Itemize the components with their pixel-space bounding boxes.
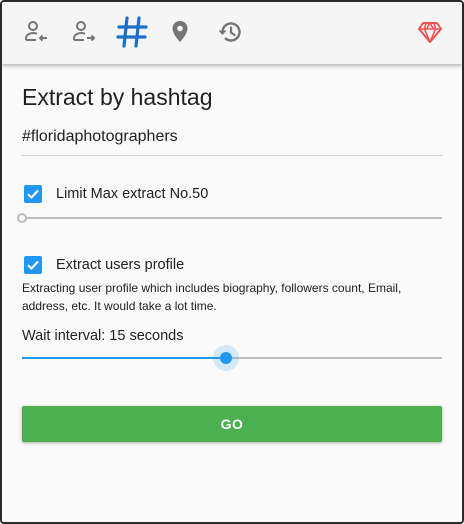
history-icon <box>218 22 241 42</box>
limit-slider[interactable] <box>17 208 442 228</box>
tab-hashtag[interactable] <box>112 14 152 50</box>
wait-interval-label: Wait interval: 15 seconds <box>22 328 184 344</box>
hashtag-input[interactable] <box>22 122 442 156</box>
hashtag-icon <box>116 16 148 48</box>
top-toolbar <box>2 2 462 64</box>
tab-location[interactable] <box>162 14 198 50</box>
person-arrow-left-icon <box>25 21 47 42</box>
tab-extract-following[interactable] <box>66 14 102 50</box>
app-window: Extract by hashtag Limit Max extract No.… <box>0 0 464 524</box>
limit-checkbox[interactable] <box>24 185 42 203</box>
premium-button[interactable] <box>412 14 448 50</box>
slider-fill <box>22 357 226 359</box>
limit-checkbox-row[interactable]: Limit Max extract No.50 <box>24 185 208 203</box>
hashtag-panel: Extract by hashtag Limit Max extract No.… <box>2 64 462 522</box>
check-icon <box>27 189 39 200</box>
tab-extract-followers[interactable] <box>18 14 54 50</box>
person-arrow-right-icon <box>73 21 96 42</box>
profile-label: Extract users profile <box>56 257 185 273</box>
location-pin-icon <box>172 21 188 42</box>
page-title: Extract by hashtag <box>22 84 213 110</box>
slider-thumb[interactable] <box>219 352 232 364</box>
diamond-icon <box>418 22 442 43</box>
slider-thumb[interactable] <box>17 213 27 223</box>
slider-rail <box>22 217 442 219</box>
profile-checkbox-row[interactable]: Extract users profile <box>24 256 184 274</box>
wait-interval-slider[interactable] <box>22 345 442 371</box>
tab-history[interactable] <box>212 14 248 50</box>
profile-checkbox[interactable] <box>24 256 42 274</box>
limit-label: Limit Max extract No.50 <box>56 186 209 202</box>
go-button[interactable]: GO <box>22 406 442 442</box>
profile-description: Extracting user profile which includes b… <box>22 281 402 313</box>
check-icon <box>27 260 39 271</box>
